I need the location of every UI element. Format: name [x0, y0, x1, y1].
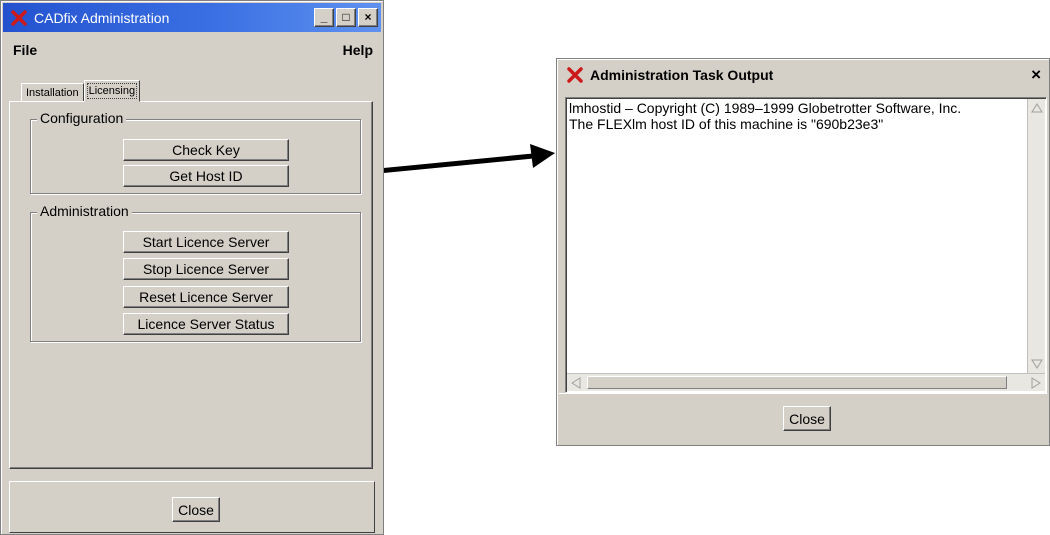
- stop-licence-server-button[interactable]: Stop Licence Server: [123, 258, 289, 280]
- administration-group: Administration Start Licence Server Stop…: [30, 203, 361, 342]
- output-close-button[interactable]: Close: [783, 406, 831, 431]
- tab-installation[interactable]: Installation: [21, 83, 84, 102]
- output-title-bar[interactable]: Administration Task Output ×: [559, 61, 1047, 89]
- admin-title-bar[interactable]: CADfix Administration _ □ ×: [3, 3, 381, 32]
- maximize-button[interactable]: □: [336, 8, 356, 27]
- close-icon[interactable]: ×: [1031, 65, 1041, 85]
- output-window: Administration Task Output × lmhostid – …: [556, 58, 1050, 446]
- administration-legend: Administration: [37, 203, 132, 219]
- menu-help[interactable]: Help: [343, 42, 373, 58]
- window-close-button[interactable]: ×: [358, 8, 378, 27]
- check-key-button[interactable]: Check Key: [123, 139, 289, 161]
- horizontal-scroll-thumb[interactable]: [587, 376, 1007, 389]
- output-window-title: Administration Task Output: [590, 67, 774, 83]
- licensing-panel: Configuration Check Key Get Host ID Admi…: [9, 101, 373, 469]
- admin-window: CADfix Administration _ □ × File Help In…: [0, 0, 384, 535]
- scroll-down-icon[interactable]: [1028, 355, 1046, 373]
- scroll-up-icon[interactable]: [1028, 99, 1046, 117]
- configuration-group: Configuration Check Key Get Host ID: [30, 110, 361, 194]
- x-logo-icon: [8, 7, 30, 29]
- menu-bar: File Help: [5, 38, 379, 62]
- admin-button-area: Close: [9, 481, 375, 533]
- vertical-scrollbar[interactable]: [1027, 99, 1045, 373]
- output-line: lmhostid – Copyright (C) 1989–1999 Globe…: [569, 100, 962, 116]
- scroll-left-icon[interactable]: [567, 374, 585, 392]
- tab-licensing[interactable]: Licensing: [83, 80, 141, 102]
- output-line: The FLEXlm host ID of this machine is "6…: [569, 116, 884, 132]
- reset-licence-server-button[interactable]: Reset Licence Server: [123, 286, 289, 308]
- output-button-area: Close: [559, 393, 1047, 443]
- licence-server-status-button[interactable]: Licence Server Status: [123, 313, 289, 335]
- minimize-button[interactable]: _: [314, 8, 334, 27]
- menu-file[interactable]: File: [13, 42, 37, 58]
- output-text: lmhostid – Copyright (C) 1989–1999 Globe…: [569, 100, 1026, 132]
- scroll-right-icon[interactable]: [1027, 374, 1045, 392]
- admin-window-title: CADfix Administration: [34, 9, 170, 26]
- x-logo-icon: [564, 64, 586, 86]
- configuration-legend: Configuration: [37, 110, 127, 126]
- horizontal-scrollbar[interactable]: [567, 373, 1045, 391]
- tab-strip: Installation Licensing: [21, 80, 141, 102]
- output-text-area[interactable]: lmhostid – Copyright (C) 1989–1999 Globe…: [565, 97, 1047, 393]
- get-host-id-button[interactable]: Get Host ID: [123, 165, 289, 187]
- admin-close-button[interactable]: Close: [172, 497, 220, 522]
- start-licence-server-button[interactable]: Start Licence Server: [123, 231, 289, 253]
